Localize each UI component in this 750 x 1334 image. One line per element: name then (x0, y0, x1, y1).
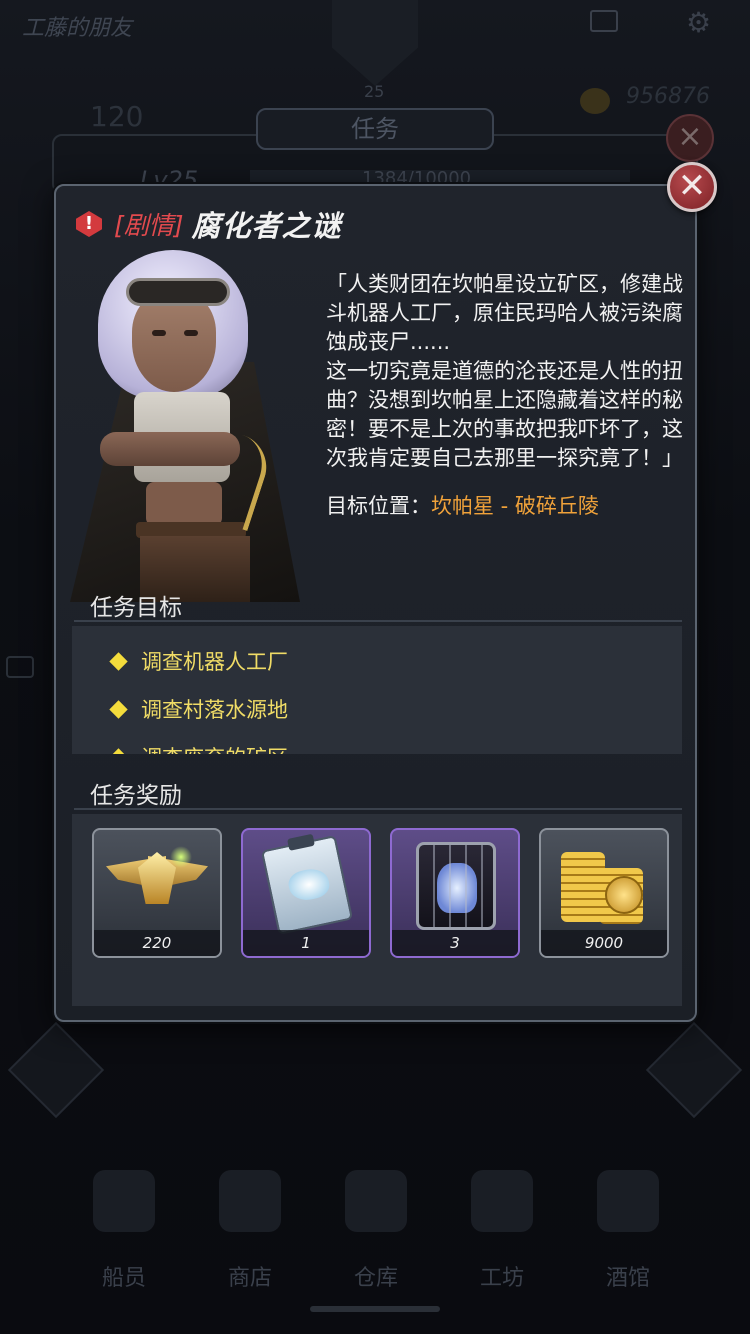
target-location-label: 目标位置： (326, 494, 431, 518)
quest-type-tag: [剧情] (114, 211, 184, 240)
medal-icon (106, 846, 198, 914)
shop-icon (219, 1170, 281, 1232)
character-eye (152, 330, 166, 336)
tab-quests[interactable]: 任务 (256, 108, 494, 150)
reward-item-gold[interactable]: 9000 (539, 828, 669, 958)
target-location: 目标位置：坎帕星 - 破碎丘陵 (326, 492, 599, 521)
rewards-panel: 220 1 3 9000 (72, 814, 682, 1006)
quest-detail-modal: ! [剧情] 腐化者之谜 「人类财团在坎帕星设立矿区，修建战斗机器人工厂，原住民… (54, 184, 697, 1022)
nav-tavern-label: 酒馆 (605, 1266, 650, 1291)
divider (74, 620, 682, 622)
divider (74, 808, 682, 810)
nav-workshop[interactable]: 工坊 (442, 1170, 562, 1292)
target-location-value[interactable]: 坎帕星 - 破碎丘陵 (431, 494, 599, 518)
close-button[interactable]: ✕ (667, 162, 717, 212)
tavern-icon (597, 1170, 659, 1232)
reward-count: 9000 (541, 930, 667, 956)
quest-header: ! [剧情] 腐化者之谜 (76, 204, 342, 244)
reward-count: 220 (94, 930, 220, 956)
diamond-bullet-icon (109, 699, 128, 719)
nav-warehouse[interactable]: 仓库 (316, 1170, 436, 1292)
nav-warehouse-label: 仓库 (353, 1266, 398, 1291)
coin-icon (580, 88, 610, 114)
quest-title: 腐化者之谜 (191, 209, 342, 243)
objectives-list[interactable]: 调查机器人工厂 调查村落水源地 调查废弃的矿区 (72, 626, 682, 754)
character-eye (184, 330, 198, 336)
objective-text: 调查废弃的矿区 (141, 742, 288, 754)
objective-item: 调查机器人工厂 (109, 646, 288, 676)
rank-emblem (332, 0, 418, 86)
quest-story-text: 「人类财团在坎帕星设立矿区，修建战斗机器人工厂，原住民玛哈人被污染腐蚀成丧尸..… (326, 272, 683, 470)
character-belly (146, 482, 222, 526)
character-face (132, 292, 216, 392)
workshop-icon (471, 1170, 533, 1232)
chat-icon[interactable] (6, 656, 34, 678)
goggles-icon (126, 278, 230, 306)
mail-icon[interactable] (590, 10, 618, 32)
nav-shop[interactable]: 商店 (190, 1170, 310, 1292)
objectives-title: 任务目标 (90, 595, 182, 621)
nav-tavern[interactable]: 酒馆 (568, 1170, 688, 1292)
close-icon-background: × (666, 114, 714, 162)
objective-text: 调查机器人工厂 (141, 650, 288, 674)
gold-coins-icon (559, 848, 655, 928)
objective-item: 调查村落水源地 (109, 694, 288, 724)
diamond-bullet-icon (109, 747, 128, 754)
character-portrait (60, 242, 310, 602)
diamond-bullet-icon (109, 651, 128, 671)
crew-icon (93, 1170, 155, 1232)
notice-board-icon[interactable] (7, 1021, 105, 1119)
nav-crew-label: 船员 (101, 1266, 146, 1291)
reward-item-medal[interactable]: 220 (92, 828, 222, 958)
blueprint-icon (260, 833, 354, 935)
character-arms (100, 432, 240, 466)
reward-item-blueprint[interactable]: 1 (241, 828, 371, 958)
nav-crew[interactable]: 船员 (64, 1170, 184, 1292)
warehouse-icon (345, 1170, 407, 1232)
coin-value: 956876 (626, 84, 710, 109)
energy-value: 120 (90, 100, 144, 133)
gear-icon[interactable]: ⚙ (686, 6, 711, 39)
nav-workshop-label: 工坊 (479, 1266, 524, 1291)
objective-text: 调查村落水源地 (141, 698, 288, 722)
checklist-icon[interactable] (645, 1021, 743, 1119)
rewards-title: 任务奖励 (90, 783, 182, 809)
reward-item-mech-armor[interactable]: 3 (390, 828, 520, 958)
reward-count: 3 (392, 930, 518, 956)
screen-title: 工藤的朋友 (22, 16, 133, 41)
home-indicator (310, 1306, 440, 1312)
nav-shop-label: 商店 (227, 1266, 272, 1291)
rank-level: 25 (364, 82, 385, 101)
mech-armor-icon (416, 842, 496, 930)
objective-item: 调查废弃的矿区 (109, 742, 288, 754)
reward-count: 1 (243, 930, 369, 956)
alert-icon: ! (76, 211, 102, 237)
